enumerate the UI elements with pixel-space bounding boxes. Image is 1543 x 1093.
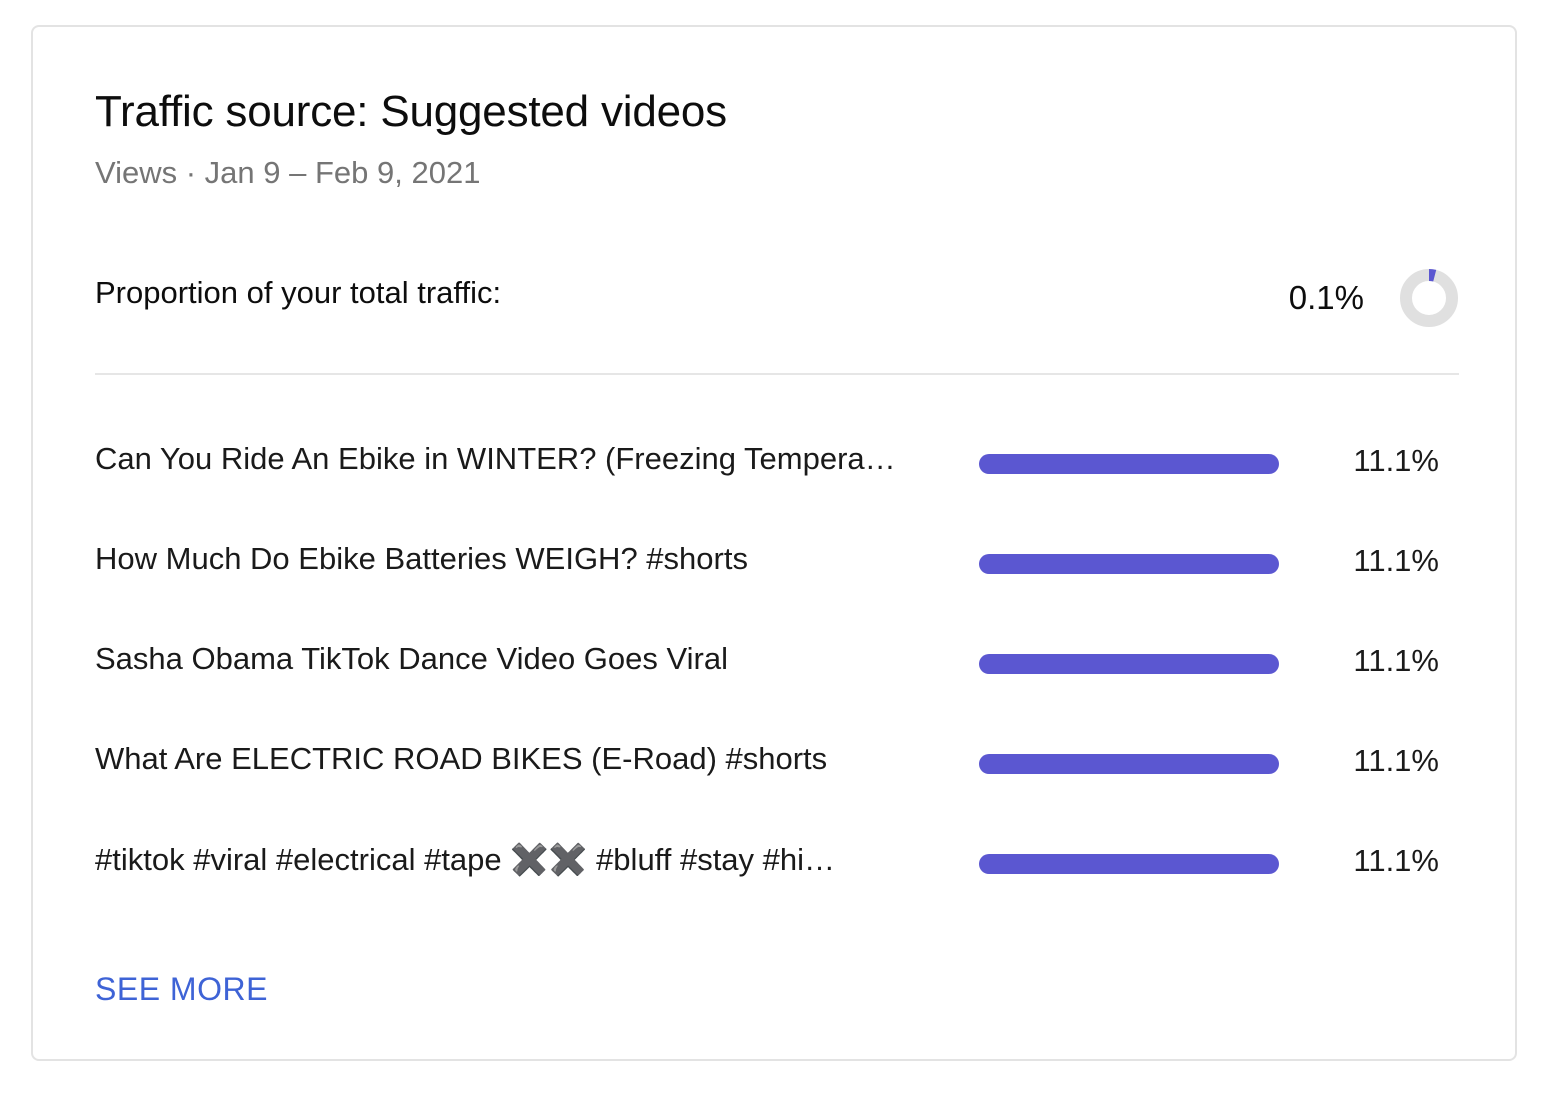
- proportion-value: 0.1%: [1288, 279, 1364, 316]
- bar: [979, 554, 1279, 574]
- video-row[interactable]: Sasha Obama TikTok Dance Video Goes Vira…: [95, 627, 1459, 727]
- video-title: Can You Ride An Ebike in WINTER? (Freezi…: [95, 441, 896, 476]
- video-row[interactable]: What Are ELECTRIC ROAD BIKES (E-Road) #s…: [95, 727, 1459, 827]
- donut-track: [1400, 269, 1458, 327]
- see-more-link[interactable]: SEE MORE: [95, 971, 268, 1008]
- card-title: Traffic source: Suggested videos: [95, 87, 727, 136]
- bar-track: [979, 754, 1279, 774]
- divider: [95, 373, 1459, 375]
- video-row[interactable]: #tiktok #viral #electrical #tape ✖️✖️ #b…: [95, 827, 1459, 927]
- bar-value-label: 11.1%: [1353, 643, 1439, 678]
- bar-track: [979, 454, 1279, 474]
- bar: [979, 854, 1279, 874]
- proportion-label: Proportion of your total traffic:: [95, 275, 502, 310]
- video-title: What Are ELECTRIC ROAD BIKES (E-Road) #s…: [95, 741, 828, 776]
- video-row[interactable]: How Much Do Ebike Batteries WEIGH? #shor…: [95, 527, 1459, 627]
- bar-track: [979, 554, 1279, 574]
- video-title: #tiktok #viral #electrical #tape ✖️✖️ #b…: [95, 842, 836, 877]
- video-list: Can You Ride An Ebike in WINTER? (Freezi…: [95, 427, 1459, 927]
- bar: [979, 654, 1279, 674]
- bar: [979, 454, 1279, 474]
- video-title: How Much Do Ebike Batteries WEIGH? #shor…: [95, 541, 748, 576]
- bar-value-label: 11.1%: [1353, 843, 1439, 878]
- video-title: Sasha Obama TikTok Dance Video Goes Vira…: [95, 641, 728, 676]
- traffic-source-card: Traffic source: Suggested videos Views ·…: [31, 25, 1517, 1061]
- video-row[interactable]: Can You Ride An Ebike in WINTER? (Freezi…: [95, 427, 1459, 527]
- donut-slice: [1428, 269, 1437, 282]
- bar-value-label: 11.1%: [1353, 443, 1439, 478]
- bar-track: [979, 654, 1279, 674]
- bar-value-label: 11.1%: [1353, 743, 1439, 778]
- bar-track: [979, 854, 1279, 874]
- bar-value-label: 11.1%: [1353, 543, 1439, 578]
- proportion-donut-icon: [1400, 269, 1458, 327]
- bar: [979, 754, 1279, 774]
- card-subtitle: Views · Jan 9 – Feb 9, 2021: [95, 155, 481, 190]
